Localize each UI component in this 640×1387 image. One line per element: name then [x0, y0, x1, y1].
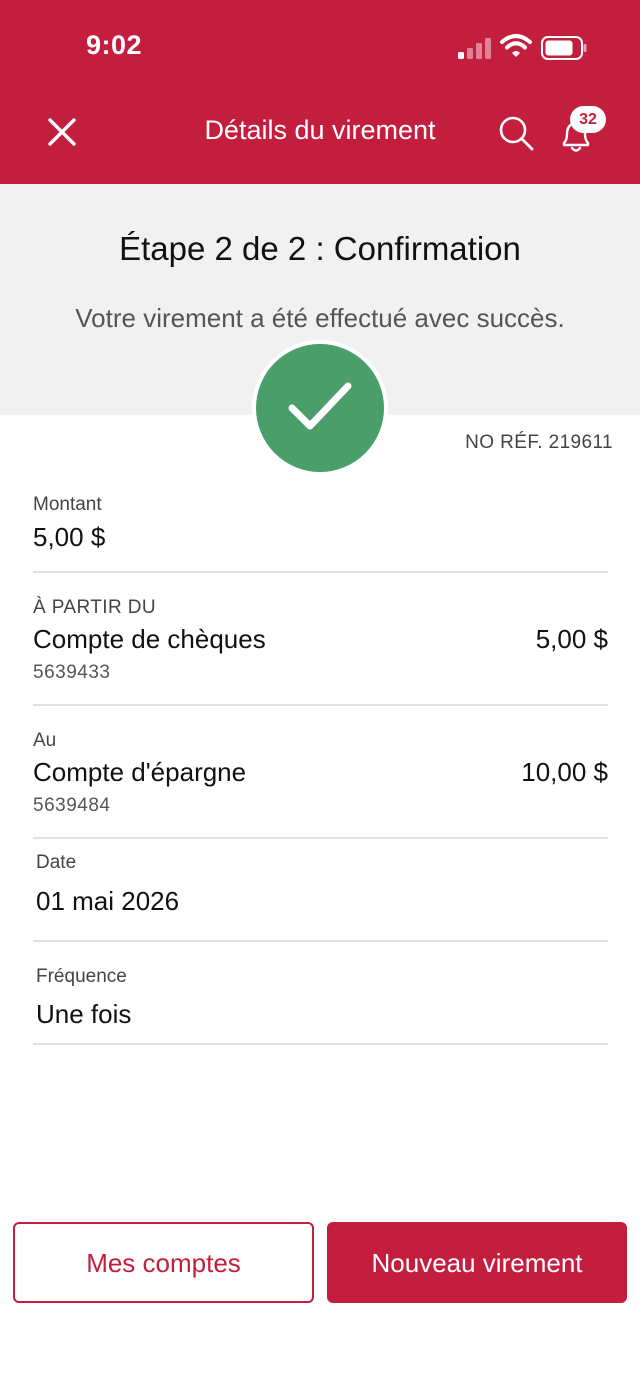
from-account-balance: 5,00 $: [535, 624, 608, 654]
from-account-number: 5639433: [33, 662, 111, 683]
step-title: Étape 2 de 2 : Confirmation: [119, 230, 521, 267]
amount-label: Montant: [33, 494, 102, 515]
date-value: 01 mai 2026: [36, 886, 180, 916]
frequency-label: Fréquence: [36, 966, 127, 987]
notification-badge[interactable]: 32: [570, 106, 606, 133]
my-accounts-button[interactable]: Mes comptes: [13, 1222, 314, 1303]
battery-icon: [541, 36, 587, 60]
success-message: Votre virement a été effectué avec succè…: [75, 303, 565, 333]
amount-row: Montant 5,00 $: [33, 485, 608, 573]
frequency-row: Fréquence Une fois: [33, 942, 608, 1045]
date-row: Date 01 mai 2026: [33, 839, 608, 942]
cellular-signal-icon: [458, 37, 492, 59]
search-icon[interactable]: [497, 114, 535, 152]
success-check-icon: [252, 340, 388, 476]
amount-value: 5,00 $: [33, 522, 106, 552]
wifi-icon: [500, 34, 532, 57]
date-label: Date: [36, 852, 77, 873]
to-account-number: 5639484: [33, 795, 111, 816]
frequency-value: Une fois: [36, 999, 132, 1029]
to-account-row: Au Compte d'épargne 10,00 $ 5639484: [33, 706, 608, 839]
reference-number: NO RÉF. 219611: [465, 432, 613, 453]
from-label: À PARTIR DU: [33, 597, 156, 618]
page-title: Détails du virement: [204, 115, 436, 145]
to-account-balance: 10,00 $: [521, 757, 608, 787]
status-time: 9:02: [86, 30, 143, 60]
from-account-name: Compte de chèques: [33, 624, 266, 654]
new-transfer-button[interactable]: Nouveau virement: [327, 1222, 627, 1303]
app-header: 9:02 Détails du virement 32: [0, 0, 640, 184]
to-account-name: Compte d'épargne: [33, 757, 247, 787]
from-account-row: À PARTIR DU Compte de chèques 5,00 $ 563…: [33, 573, 608, 706]
to-label: Au: [33, 730, 57, 751]
